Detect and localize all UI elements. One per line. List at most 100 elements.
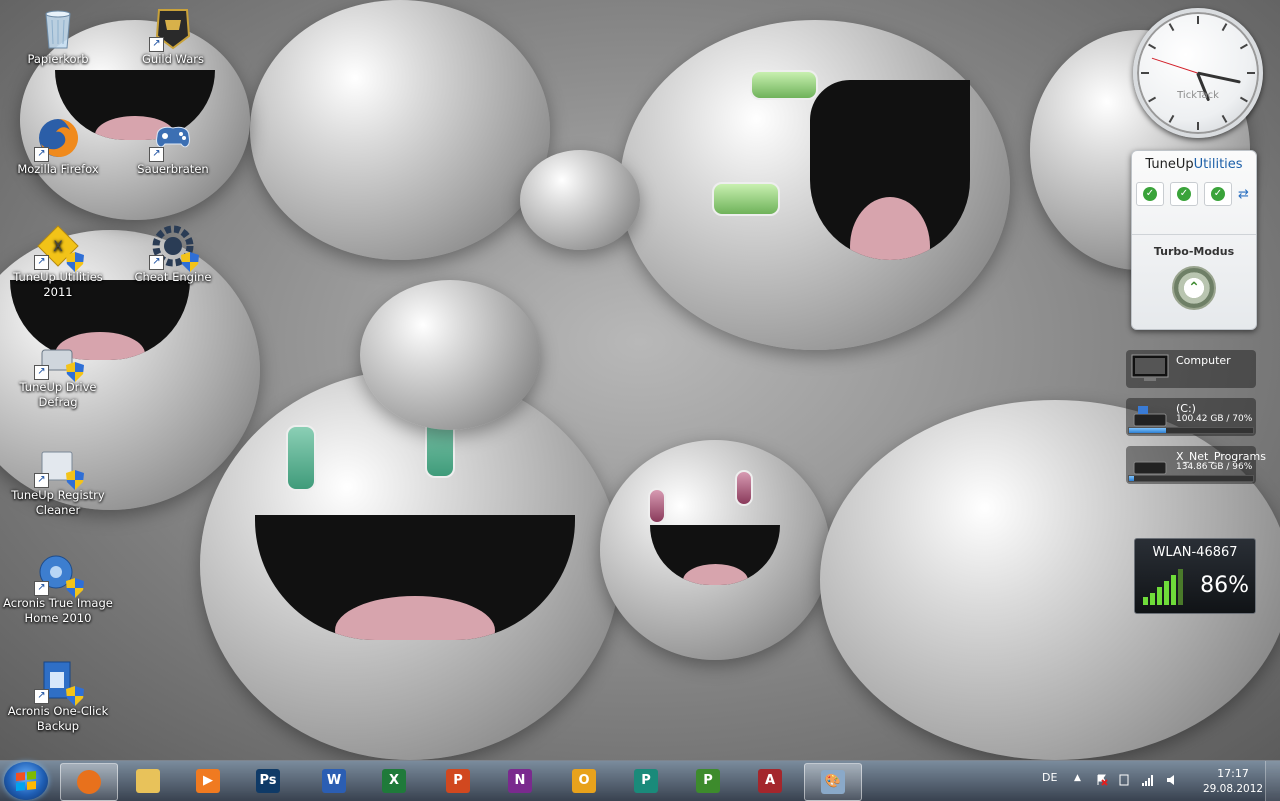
desktop-icon-tuneup-utilities[interactable]: X ↗ TuneUp Utilities 2011 [2,224,114,300]
clock-tick [1197,16,1199,24]
desktop-wallpaper [0,0,1280,760]
taskbar-button-publisher[interactable]: P [618,763,674,799]
drive-name: Computer [1176,354,1231,367]
drive-usage-info: 134.86 GB / 96% [1176,462,1253,472]
monitor-icon [1130,354,1170,382]
shortcut-arrow-icon: ↗ [34,147,49,162]
wlan-signal-percent: 86% [1200,573,1249,598]
drive-usage-bar [1128,427,1254,434]
acronis-true-image-icon: ↗ [34,550,84,598]
media-player-icon: ▶ [196,769,220,793]
taskbar-button-access[interactable]: A [742,763,798,799]
tuneup-gadget[interactable]: TuneUpUtilities ✓ ✓ ✓ ⇄ Turbo-Modus ⌃ [1131,150,1257,330]
check-icon: ✓ [1143,187,1157,201]
desktop-icon-acronis-true-image[interactable]: ↗ Acronis True Image Home 2010 [2,550,114,626]
divider [1132,234,1256,235]
start-button[interactable] [4,762,48,800]
firefox-icon [77,770,101,794]
desktop-icon-cheat-engine[interactable]: ↗ Cheat Engine [117,224,229,285]
desktop-icon-tuneup-drive-defrag[interactable]: ↗ TuneUp Drive Defrag [2,334,114,410]
onenote-icon: N [508,769,532,793]
desktop-icon-label: Acronis True Image Home 2010 [3,596,113,625]
shortcut-arrow-icon: ↗ [149,255,164,270]
check-icon: ✓ [1211,187,1225,201]
taskbar-button-photoshop[interactable]: Ps [240,763,296,799]
action-center-icon[interactable] [1096,774,1108,786]
volume-icon[interactable] [1166,774,1178,786]
taskbar-button-paint[interactable]: 🎨 [804,763,862,801]
taskbar-clock-time[interactable]: 17:17 [1202,767,1264,780]
project-icon: P [696,769,720,793]
clock-gadget[interactable]: TickTack [1133,8,1263,138]
clock-tick [1168,114,1175,123]
clock-tick [1221,23,1228,32]
shortcut-arrow-icon: ↗ [34,581,49,596]
clock-tick [1221,114,1228,123]
uac-shield-icon [66,578,84,598]
desktop-icon-label: TuneUp Drive Defrag [19,380,97,409]
wlan-network-name: WLAN-46867 [1152,545,1238,560]
show-desktop-button[interactable] [1265,761,1280,801]
guild-wars-icon: ↗ [149,6,195,52]
svg-text:X: X [53,239,63,255]
desktop-icon-tuneup-registry-cleaner[interactable]: ↗ TuneUp Registry Cleaner [2,442,114,518]
uac-shield-icon [66,686,84,706]
uac-shield-icon [66,252,84,272]
desktop-icon-label: TuneUp Registry Cleaner [11,488,105,517]
clock-minute-hand [1197,71,1241,84]
desktop-icon-label: Papierkorb [27,52,89,66]
taskbar-button-outlook[interactable]: O [556,763,612,799]
device-icon[interactable] [1118,774,1130,786]
uac-shield-icon [66,362,84,382]
desktop-icon-label: Cheat Engine [134,270,212,284]
desktop-icon-sauerbraten[interactable]: ↗ Sauerbraten [117,116,229,177]
taskbar-button-project[interactable]: P [680,763,736,799]
tuneup-gadget-title: TuneUpUtilities [1145,157,1243,172]
network-signal-icon[interactable] [1142,774,1154,786]
desktop-icon-recycle-bin[interactable]: Papierkorb [2,6,114,67]
drive-gadget-c[interactable]: (C:) 100.42 GB / 70% [1126,398,1256,436]
shortcut-arrow-icon: ↗ [34,255,49,270]
clock-tick [1148,43,1157,50]
taskbar-clock-date[interactable]: 29.08.2012 [1202,783,1264,795]
desktop-icon-label: TuneUp Utilities 2011 [13,270,103,299]
tuneup-status-checks: ✓ ✓ ✓ ⇄ [1136,182,1256,206]
clock-second-hand [1151,57,1198,74]
desktop-icon-guild-wars[interactable]: ↗ Guild Wars [117,6,229,67]
taskbar-button-word[interactable]: W [306,763,362,799]
shortcut-arrow-icon: ↗ [34,689,49,704]
drive-usage-bar [1128,475,1254,482]
status-ok-check[interactable]: ✓ [1170,182,1198,206]
check-icon: ✓ [1177,187,1191,201]
show-hidden-icons-button[interactable]: ▲ [1074,773,1081,783]
desktop-icon-firefox[interactable]: ↗ Mozilla Firefox [2,116,114,177]
powerpoint-icon: P [446,769,470,793]
clock-tick [1247,72,1255,74]
taskbar-button-onenote[interactable]: N [492,763,548,799]
publisher-icon: P [634,769,658,793]
taskbar-button-media-player[interactable]: ▶ [180,763,236,799]
recycle-bin-icon [36,6,80,50]
status-ok-check[interactable]: ✓ [1136,182,1164,206]
refresh-icon[interactable]: ⇄ [1238,187,1249,202]
word-icon: W [322,769,346,793]
taskbar-button-excel[interactable]: X [366,763,422,799]
status-ok-check[interactable]: ✓ [1204,182,1232,206]
language-indicator[interactable]: DE [1042,771,1057,784]
clock-tick [1239,43,1248,50]
drive-gadget-x-net-programs[interactable]: X_Net_Programs 134.86 GB / 96% [1126,446,1266,484]
taskbar-button-powerpoint[interactable]: P [430,763,486,799]
taskbar-button-firefox[interactable] [60,763,118,801]
outlook-icon: O [572,769,596,793]
turbo-mode-button[interactable]: ⌃ [1172,266,1216,310]
clock-tick [1168,23,1175,32]
uac-shield-icon [66,470,84,490]
taskbar-button-explorer[interactable] [120,763,176,799]
computer-drive-gadget[interactable]: Computer [1126,350,1256,388]
desktop-icon-label: Guild Wars [142,52,204,66]
desktop-icon-label: Mozilla Firefox [17,162,99,176]
access-icon: A [758,769,782,793]
hard-drive-icon [1130,450,1170,478]
wlan-gadget[interactable]: WLAN-46867 86% [1134,538,1256,614]
desktop-icon-acronis-one-click-backup[interactable]: ↗ Acronis One-Click Backup [2,658,114,734]
